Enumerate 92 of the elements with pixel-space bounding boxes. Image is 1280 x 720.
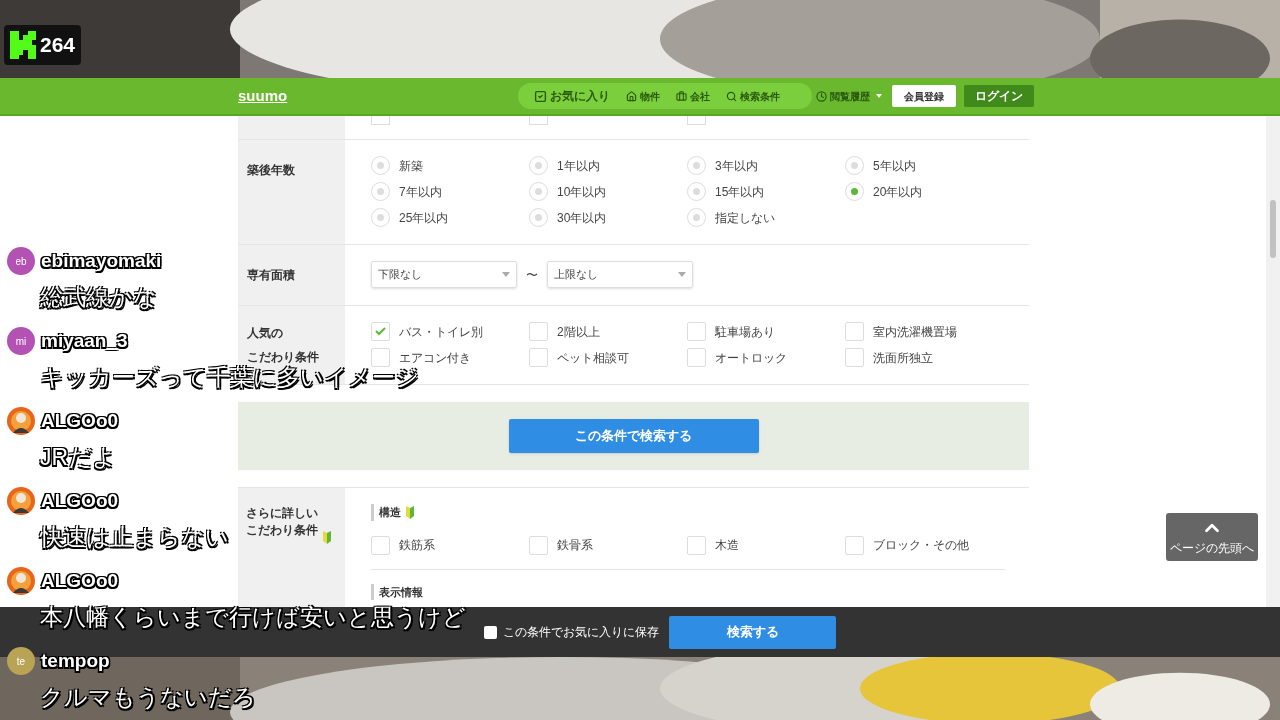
option-label: 7年以内 (399, 183, 442, 201)
radio-button[interactable] (371, 182, 390, 201)
beginner-leaf-icon (405, 505, 415, 519)
option-label: 洗面所独立 (873, 349, 933, 367)
option-label: 20年以内 (873, 183, 923, 201)
checkbox[interactable] (529, 322, 548, 341)
search-button[interactable]: 検索する (669, 615, 836, 649)
range-separator: 〜 (526, 266, 538, 284)
checkbox[interactable] (529, 535, 548, 555)
chat-username: miyaan_3 (41, 329, 128, 355)
chat-message: JRだよ (40, 443, 117, 470)
radio-button[interactable] (687, 182, 706, 201)
radio-button[interactable] (687, 156, 706, 175)
radio-button[interactable] (845, 182, 864, 201)
option-label: 指定しない (715, 209, 775, 227)
checkbox[interactable] (687, 116, 706, 125)
option-label: オートロック (715, 349, 787, 367)
row-label: 人気の こだわり条件 (247, 326, 319, 364)
option-label: 5年以内 (873, 157, 916, 175)
option-label: 木造 (715, 537, 739, 554)
scrollbar[interactable] (1266, 116, 1280, 607)
checkbox[interactable] (371, 116, 390, 125)
option-label: 室内洗濯機置場 (873, 323, 957, 341)
check-icon (375, 327, 386, 336)
checkbox[interactable] (845, 535, 864, 555)
option-label: 新築 (399, 157, 423, 175)
radio-button[interactable] (845, 156, 864, 175)
checkbox[interactable] (371, 322, 390, 341)
radio-button[interactable] (529, 208, 548, 227)
clock-icon (816, 90, 827, 102)
option-label: ペット相談可 (557, 349, 629, 367)
option-label: 1年以内 (557, 157, 600, 175)
select-field[interactable]: 下限なし (371, 261, 517, 288)
option-label: 15年以内 (715, 183, 765, 201)
briefcase-icon (676, 90, 687, 102)
nav-link[interactable]: 会社 (676, 88, 710, 104)
row-label: 専有面積 (247, 268, 295, 282)
checkbox-icon (534, 89, 547, 103)
option-label: 鉄骨系 (557, 537, 593, 554)
option-label: 3年以内 (715, 157, 758, 175)
option-label: 25年以内 (399, 209, 449, 227)
beginner-leaf-icon (322, 531, 332, 545)
save-favorite-label: この条件でお気に入りに保存 (503, 624, 659, 641)
page-top-button[interactable]: ページの先頭へ (1166, 513, 1258, 561)
option-label: 30年以内 (557, 209, 607, 227)
radio-button[interactable] (687, 208, 706, 227)
checkbox[interactable] (845, 348, 864, 367)
search-icon (726, 90, 737, 102)
checkbox[interactable] (845, 322, 864, 341)
option-label: 鉄筋系 (399, 537, 435, 554)
house-icon (626, 90, 637, 102)
select-field[interactable]: 上限なし (547, 261, 693, 288)
chat-username: ALGOo0 (41, 569, 119, 593)
history-menu[interactable]: 閲覧履歴 (816, 88, 890, 104)
row-label: 築後年数 (247, 163, 295, 177)
checkbox[interactable] (687, 348, 706, 367)
section-title: 表示情報 (379, 584, 423, 600)
section-title: 構造 (379, 505, 401, 520)
row-label: さらに詳しい こだわり条件 (246, 505, 318, 539)
checkbox[interactable] (687, 535, 706, 555)
chat-username: ebimayomaki (41, 249, 162, 275)
chat-message: 本八幡くらいまで行けば安いと思うけど (40, 603, 466, 630)
checkbox[interactable] (371, 535, 390, 555)
option-label: 2階以上 (557, 323, 600, 341)
radio-button[interactable] (529, 156, 548, 175)
option-label: 駐車場あり (715, 323, 775, 341)
chat-username: ALGOo0 (41, 409, 119, 433)
checkbox[interactable] (529, 116, 548, 125)
viewer-count: 264 (40, 32, 76, 59)
radio-button[interactable] (371, 156, 390, 175)
option-label: ブロック・その他 (873, 537, 969, 554)
chat-message: 総武線かな (40, 283, 157, 310)
radio-button[interactable] (371, 208, 390, 227)
chat-message: クルマもうないだろ (40, 683, 256, 710)
k-logo-icon (10, 31, 36, 59)
nav-link[interactable]: お気に入り (534, 87, 610, 105)
chat-username: tempop (41, 649, 110, 673)
checkbox[interactable] (687, 322, 706, 341)
radio-button[interactable] (529, 182, 548, 201)
nav-link[interactable]: 検索条件 (726, 88, 780, 104)
checkbox[interactable] (529, 348, 548, 367)
register-button[interactable]: 会員登録 (892, 85, 956, 107)
option-label: 10年以内 (557, 183, 607, 201)
site-logo[interactable]: suumo (238, 84, 518, 108)
checkbox[interactable] (371, 348, 390, 367)
checkbox[interactable] (484, 625, 497, 639)
chat-username: ALGOo0 (41, 489, 119, 513)
login-button[interactable]: ログイン (964, 85, 1034, 107)
chat-message: 快速は止まらない (40, 523, 229, 550)
nav-link[interactable]: 物件 (626, 88, 660, 104)
search-conditions-button[interactable]: この条件で検索する (508, 419, 759, 453)
option-label: バス・トイレ別 (399, 323, 483, 341)
